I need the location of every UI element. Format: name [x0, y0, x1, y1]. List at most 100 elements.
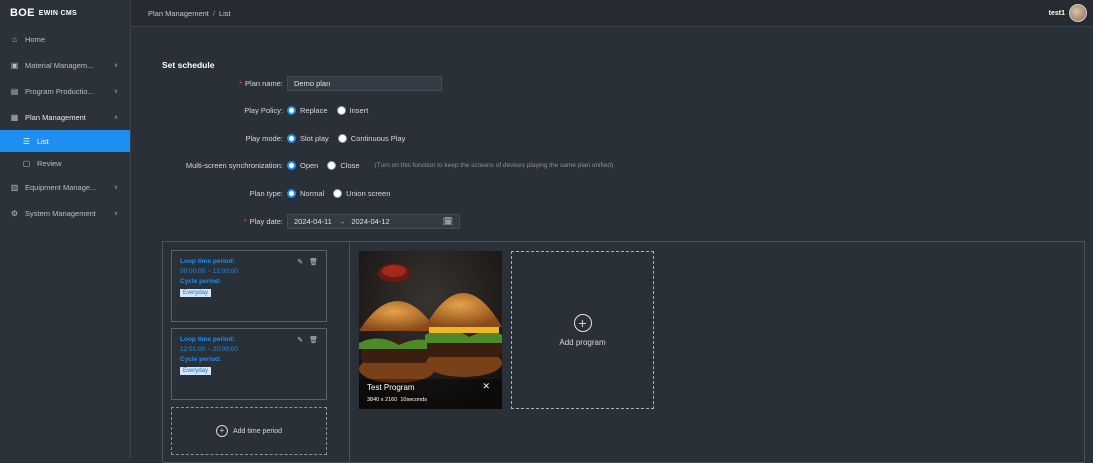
breadcrumb-separator: /: [212, 8, 215, 18]
close-icon[interactable]: ✕: [482, 381, 490, 392]
program-name: Test Program: [367, 383, 415, 392]
home-icon: ⌂: [12, 34, 17, 44]
play-mode-label: Play mode:: [245, 133, 283, 143]
plus-circle-icon: +: [573, 313, 592, 332]
monitor-icon: ▤: [10, 86, 19, 96]
program-duration: 10seconds: [400, 397, 427, 403]
add-program-button[interactable]: + Add program: [511, 251, 654, 409]
cycle-tag: Everyday: [180, 367, 212, 375]
plus-circle-icon: +: [215, 425, 228, 437]
add-time-period-button[interactable]: + Add time period: [171, 407, 327, 455]
sidebar-item-label: List: [37, 136, 49, 146]
play-date-label: * Play date:: [243, 216, 283, 226]
sidebar-item-label: Review: [37, 158, 62, 168]
radio-insert[interactable]: Insert: [336, 105, 368, 115]
play-policy-group: Replace Insert: [287, 105, 377, 115]
time-period-card[interactable]: ✎ 🗑 Loop time period: 00:00:00 ~ 12:00:0…: [171, 250, 327, 322]
radio-checked-icon: [287, 133, 296, 143]
image-icon: ▣: [10, 60, 19, 70]
program-resolution: 3840 x 2160: [367, 397, 398, 403]
breadcrumb-plan-management[interactable]: Plan Management: [148, 9, 209, 18]
chevron-down-icon: ∨: [113, 184, 118, 191]
play-policy-label: Play Policy:: [244, 105, 283, 115]
page-title: Set schedule: [162, 60, 215, 70]
calendar-icon[interactable]: 🗓: [443, 217, 453, 226]
plan-name-row: * Plan name: Demo plan: [148, 75, 442, 91]
list-icon: ☰: [22, 136, 31, 146]
sidebar-item-list[interactable]: ☰ List: [0, 130, 130, 152]
sidebar-item-label: Program Productio...: [25, 86, 94, 96]
delete-icon[interactable]: 🗑: [309, 258, 318, 266]
radio-slot-play[interactable]: Slot play: [287, 133, 329, 143]
avatar[interactable]: [1069, 4, 1087, 22]
time-periods-panel: ✎ 🗑 Loop time period: 00:00:00 ~ 12:00:0…: [162, 241, 350, 463]
period-actions: ✎ 🗑: [297, 336, 318, 344]
delete-icon[interactable]: 🗑: [309, 336, 318, 344]
period-actions: ✎ 🗑: [297, 258, 318, 266]
radio-open[interactable]: Open: [287, 160, 318, 170]
plan-name-input[interactable]: Demo plan: [287, 75, 442, 91]
program-meta: 3840 x 2160 10seconds: [367, 397, 427, 403]
sidebar-item-system[interactable]: ⚙ System Management ∨: [0, 200, 130, 226]
radio-replace[interactable]: Replace: [287, 105, 328, 115]
breadcrumb: Plan Management / List: [148, 9, 231, 18]
loop-value: 12:01:00 ~ 20:00:00: [180, 346, 239, 353]
add-program-label: Add program: [559, 337, 606, 347]
play-mode-row: Play mode: Slot play Continuous Play: [148, 130, 414, 146]
sidebar-item-label: Equipment Manage...: [25, 182, 97, 192]
radio-unchecked-icon: [327, 160, 337, 170]
chevron-down-icon: ∨: [113, 88, 118, 95]
play-mode-group: Slot play Continuous Play: [287, 133, 414, 143]
user-menu[interactable]: test1: [1049, 4, 1087, 22]
sidebar-item-material[interactable]: ▣ Material Managem... ∨: [0, 52, 130, 78]
user-name: test1: [1048, 9, 1065, 17]
radio-continuous-play[interactable]: Continuous Play: [337, 133, 405, 143]
equipment-icon: ▥: [10, 182, 19, 192]
radio-unchecked-icon: [337, 133, 347, 143]
review-icon: ▢: [22, 158, 31, 168]
cycle-label: Cycle period:: [180, 356, 222, 363]
sync-hint: (Turn on this function to keep the scree…: [374, 161, 614, 169]
sidebar-item-home[interactable]: ⌂ Home: [0, 26, 130, 52]
sync-label: Multi-screen synchronization:: [185, 160, 283, 170]
range-arrow-icon: →: [337, 216, 346, 226]
sidebar-item-plan[interactable]: ▦ Plan Management ∧: [0, 104, 130, 130]
play-date-end[interactable]: 2024-04-12: [351, 217, 389, 226]
radio-checked-icon: [287, 105, 296, 115]
chevron-up-icon: ∧: [113, 114, 118, 121]
sidebar-item-program[interactable]: ▤ Program Productio... ∨: [0, 78, 130, 104]
loop-value: 00:00:00 ~ 12:00:00: [180, 268, 239, 275]
add-time-period-label: Add time period: [232, 427, 283, 435]
play-policy-row: Play Policy: Replace Insert: [148, 102, 377, 118]
play-date-start[interactable]: 2024-04-11: [294, 217, 332, 226]
play-date-range-picker[interactable]: 2024-04-11 → 2024-04-12 🗓: [287, 213, 460, 229]
sidebar-item-label: Plan Management: [25, 112, 86, 122]
radio-unchecked-icon: [336, 105, 346, 115]
radio-normal[interactable]: Normal: [287, 188, 324, 198]
edit-icon[interactable]: ✎: [297, 258, 303, 266]
edit-icon[interactable]: ✎: [297, 336, 303, 344]
calendar-icon: ▦: [10, 112, 19, 122]
radio-checked-icon: [287, 188, 296, 198]
plan-type-label: Plan type:: [249, 188, 283, 198]
sidebar: BOE EWIN CMS ⌂ Home ▣ Material Managem..…: [0, 0, 131, 459]
top-header: Plan Management / List test1: [131, 0, 1093, 27]
radio-unchecked-icon: [333, 188, 343, 198]
plan-type-group: Normal Union screen: [287, 188, 399, 198]
cycle-label: Cycle period:: [180, 278, 222, 285]
radio-union-screen[interactable]: Union screen: [333, 188, 390, 198]
breadcrumb-list: List: [218, 8, 231, 18]
program-card[interactable]: Test Program ✕ 3840 x 2160 10seconds: [359, 251, 502, 409]
plan-name-label: * Plan name:: [239, 78, 283, 88]
required-mark: *: [243, 216, 247, 226]
sidebar-item-label: System Management: [25, 208, 96, 218]
time-period-card[interactable]: ✎ 🗑 Loop time period: 12:01:00 ~ 20:00:0…: [171, 328, 327, 400]
sidebar-item-label: Material Managem...: [25, 60, 94, 70]
sidebar-item-review[interactable]: ▢ Review: [0, 152, 130, 174]
sync-row: Multi-screen synchronization: Open Close…: [148, 157, 613, 173]
brand-logo: BOE: [10, 7, 35, 19]
app-logo[interactable]: BOE EWIN CMS: [0, 0, 130, 26]
radio-close[interactable]: Close: [327, 160, 360, 170]
sidebar-item-equipment[interactable]: ▥ Equipment Manage... ∨: [0, 174, 130, 200]
sync-group: Open Close (Turn on this function to kee…: [287, 160, 614, 170]
